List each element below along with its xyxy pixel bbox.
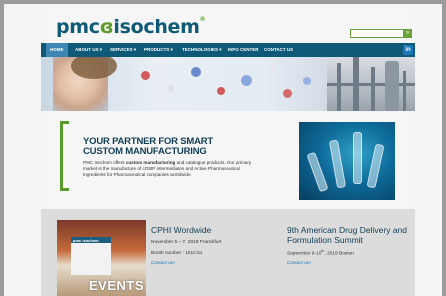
logo-text-isochem: isochem xyxy=(113,16,200,38)
search-input[interactable]: » xyxy=(350,29,412,38)
nav-item-home[interactable]: HOME xyxy=(46,43,68,57)
partner-heading-line2: CUSTOM MANUFACTURING xyxy=(83,146,207,157)
molecule-atom xyxy=(283,89,292,98)
nav-item-services[interactable]: SERVICES ▾ xyxy=(106,43,140,57)
plant-pipe xyxy=(327,83,415,86)
nav-item-contact-us[interactable]: CONTACT US xyxy=(260,43,297,57)
events-section: pmc isochem EVENTS CPHI Wordwide Novembe… xyxy=(41,209,415,296)
event-card-cphi: CPHI Wordwide November 5 – 7, 2019 Franc… xyxy=(151,225,271,265)
events-label: EVENTS xyxy=(89,278,145,293)
event-booth-number: Booth number : 101CS1 xyxy=(151,250,203,256)
chemical-plant-photo xyxy=(327,57,415,111)
molecule-atom xyxy=(269,65,276,72)
pmc-isochem-logo[interactable]: pmcɞisochem® xyxy=(56,16,206,38)
website: pmcɞisochem® » HOME ABOUT US ▾ SERVICES … xyxy=(41,4,415,296)
partner-text-bold: custom manufacturing xyxy=(125,160,176,165)
vial-shape xyxy=(353,132,362,184)
plant-tank xyxy=(385,61,399,111)
nav-item-technologies[interactable]: TECHNOLOGIES ▾ xyxy=(178,43,226,57)
nav-item-info-center[interactable]: INFO CENTER xyxy=(224,43,263,57)
partner-text-pre: PMC Isochem offers xyxy=(83,160,126,165)
molecule-atom xyxy=(217,87,225,95)
partner-heading: YOUR PARTNER FOR SMART CUSTOM MANUFACTUR… xyxy=(83,137,283,157)
event-title: 9th American Drug Delivery and Formulati… xyxy=(287,225,415,245)
event-title: CPHI Wordwide xyxy=(151,225,212,235)
nav-item-products[interactable]: PRODUCTS ▾ xyxy=(140,43,177,57)
event-date-post: , 2019 Boston xyxy=(324,251,354,257)
vial-shape xyxy=(366,143,385,189)
vial-shape xyxy=(306,151,329,193)
molecule-atom xyxy=(141,71,150,80)
plant-pipe xyxy=(337,63,341,111)
molecule-atom xyxy=(241,75,252,86)
logo-trademark: ® xyxy=(199,16,206,23)
scientist-hair xyxy=(71,57,117,79)
logo-text-pmc: pmc xyxy=(56,16,100,38)
main-navigation: HOME ABOUT US ▾ SERVICES ▾ PRODUCTS ▾ TE… xyxy=(41,43,415,57)
event-title-line2: Formulation Summit xyxy=(287,234,364,245)
browser-page: pmcɞisochem® » HOME ABOUT US ▾ SERVICES … xyxy=(4,4,442,296)
molecule-atom xyxy=(303,77,311,85)
event-date: September 9-10th, 2019 Boston xyxy=(287,249,415,257)
hero-banner-image xyxy=(41,57,415,111)
nav-item-about-us[interactable]: ABOUT US ▾ xyxy=(71,43,106,57)
molecule-atom xyxy=(167,85,174,92)
plant-pipe xyxy=(403,71,406,111)
green-bracket-decoration xyxy=(60,121,69,191)
event-date-pre: September 9-10 xyxy=(287,251,322,257)
booth-sign: pmc isochem xyxy=(73,238,99,243)
logo-mark-icon: ɞ xyxy=(99,16,114,38)
molecule-atom xyxy=(191,67,201,77)
plant-pipe xyxy=(371,67,375,111)
contact-us-link[interactable]: Contact us» xyxy=(151,260,271,265)
event-date: November 5 – 7, 2019 Franckfurt xyxy=(151,239,222,245)
lab-vials-photo xyxy=(299,122,395,200)
partner-description: PMC Isochem offers custom manufacturing … xyxy=(83,160,263,178)
events-image[interactable]: pmc isochem EVENTS xyxy=(57,220,146,296)
vial-shape xyxy=(328,139,347,189)
contact-us-link[interactable]: Contact us» xyxy=(287,260,415,265)
event-card-adds: 9th American Drug Delivery and Formulati… xyxy=(287,225,415,265)
linkedin-icon[interactable]: in xyxy=(403,45,413,55)
search-go-icon[interactable]: » xyxy=(403,29,412,38)
